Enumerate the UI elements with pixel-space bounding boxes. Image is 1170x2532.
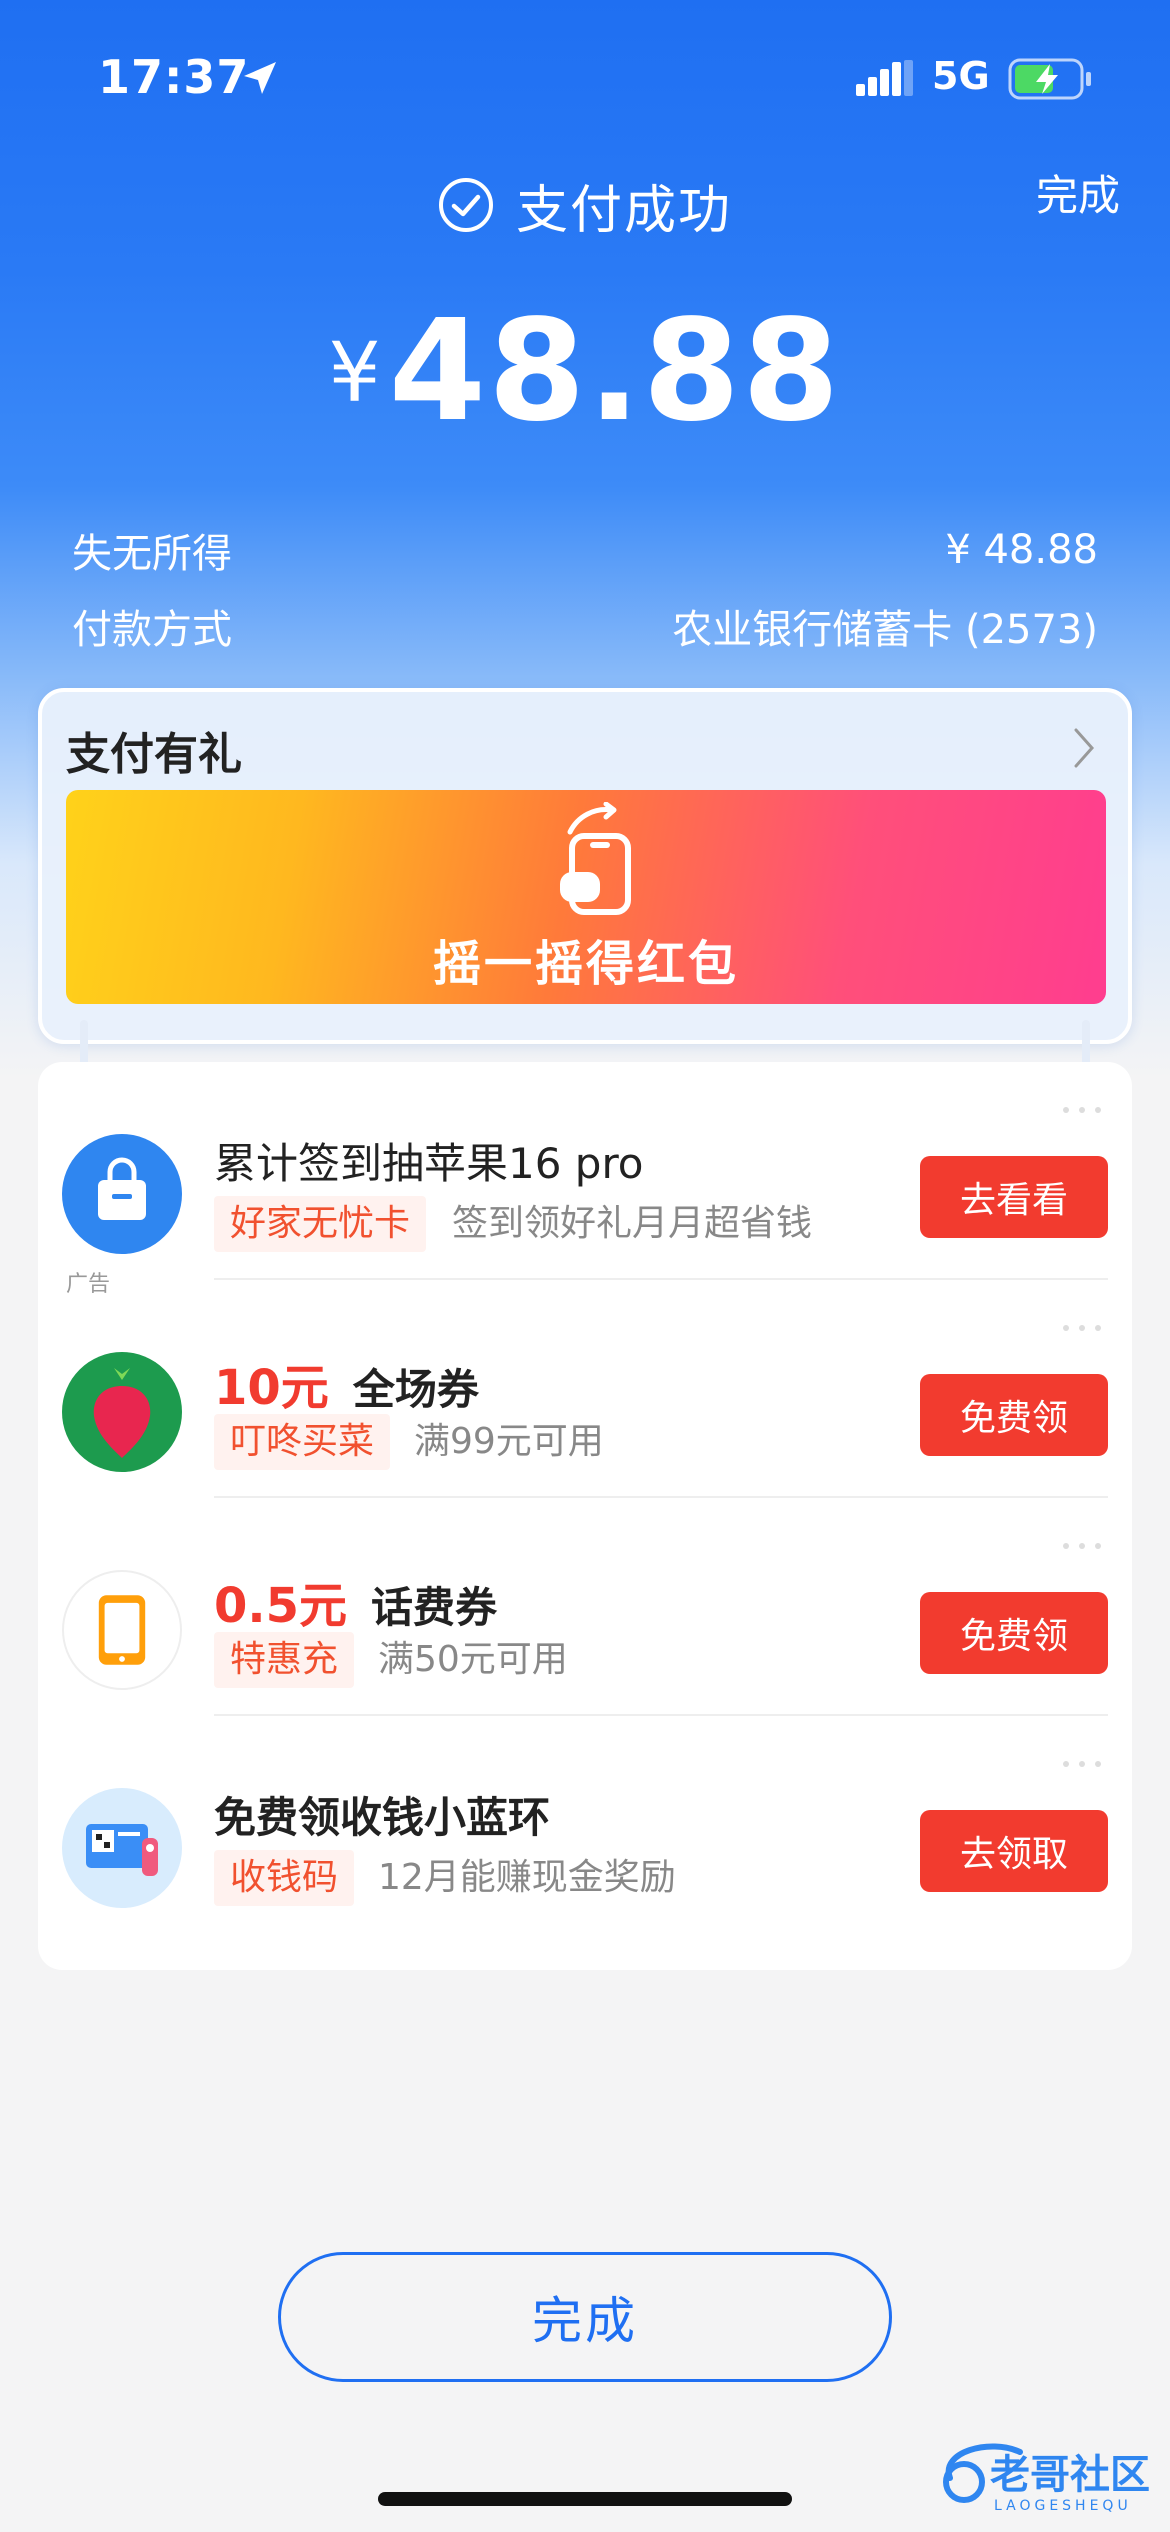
item-tag: 特惠充: [214, 1632, 355, 1688]
item-tag: 好家无忧卡: [214, 1196, 427, 1252]
shake-phone-icon: [560, 802, 631, 915]
payment-success-title: 支付成功: [0, 170, 1170, 241]
banner-text: 摇一摇得红包: [432, 936, 739, 992]
watermark-text: 老哥社区: [990, 2452, 1150, 2498]
phone-icon: [62, 1570, 182, 1690]
payment-method-value: 农业银行储蓄卡 (2573): [672, 607, 1098, 653]
status-bar: 17:37 5G: [0, 48, 1170, 108]
item-title: 10元 全场券: [214, 1348, 479, 1418]
list-item[interactable]: 0.5元 话费券 特惠充 满50元可用 免费领: [38, 1498, 1132, 1716]
item-desc: 满50元可用: [378, 1639, 568, 1680]
payment-amount: ¥48.88: [0, 290, 1170, 453]
more-dots-icon[interactable]: [1062, 1324, 1102, 1332]
radish-icon: [62, 1352, 182, 1472]
offers-list: 广告 累计签到抽苹果16 pro 好家无忧卡 签到领好礼月月超省钱 去看看 10…: [38, 1062, 1132, 1970]
more-dots-icon[interactable]: [1062, 1542, 1102, 1550]
watermark-subtext: LAOGESHEQU: [994, 2498, 1132, 2514]
home-indicator: [378, 2492, 792, 2506]
chevron-right-icon[interactable]: [1070, 726, 1098, 770]
item-desc: 满99元可用: [414, 1421, 604, 1462]
item-desc: 12月能赚现金奖励: [378, 1857, 676, 1898]
go-see-button[interactable]: 去看看: [920, 1156, 1108, 1238]
payment-method-label: 付款方式: [72, 607, 232, 653]
list-item[interactable]: 广告 累计签到抽苹果16 pro 好家无忧卡 签到领好礼月月超省钱 去看看: [38, 1062, 1132, 1297]
claim-free-button[interactable]: 免费领: [920, 1592, 1108, 1674]
check-circle-icon: [438, 178, 493, 232]
network-type: 5G: [932, 54, 990, 98]
battery-charging-icon: [1008, 58, 1091, 100]
item-title-text: 话费券: [371, 1583, 498, 1632]
shopping-bag-icon: [62, 1134, 182, 1254]
page-title: 支付成功: [515, 180, 732, 241]
item-title-text: 累计签到抽苹果16 pro: [214, 1139, 644, 1188]
claim-free-button[interactable]: 免费领: [920, 1374, 1108, 1456]
more-dots-icon[interactable]: [1062, 1760, 1102, 1768]
currency-symbol: ¥: [328, 326, 381, 421]
payment-method-row: 付款方式 农业银行储蓄卡 (2573): [72, 596, 1098, 656]
item-desc: 签到领好礼月月超省钱: [452, 1203, 813, 1244]
more-dots-icon[interactable]: [1062, 1106, 1102, 1114]
watermark-logo: 老哥社区 LAOGESHEQU: [943, 2443, 1150, 2514]
item-title-text: 免费领收钱小蓝环: [214, 1793, 551, 1842]
go-claim-button[interactable]: 去领取: [920, 1810, 1108, 1892]
item-tag: 叮咚买菜: [214, 1414, 391, 1470]
merchant-amount: ¥ 48.88: [945, 527, 1098, 573]
item-tag: 收钱码: [214, 1850, 355, 1906]
gift-card[interactable]: 支付有礼 摇一摇得红包: [38, 688, 1132, 1044]
coupon-value: 10元: [214, 1360, 329, 1416]
gift-title: 支付有礼: [66, 729, 242, 780]
item-title: 累计签到抽苹果16 pro: [214, 1130, 644, 1191]
merchant-label: 失无所得: [72, 531, 232, 577]
location-arrow-icon: [244, 62, 276, 94]
list-item[interactable]: 10元 全场券 叮咚买菜 满99元可用 免费领: [38, 1280, 1132, 1498]
item-title: 0.5元 话费券: [214, 1566, 497, 1636]
list-item[interactable]: 免费领收钱小蓝环 收钱码 12月能赚现金奖励 去领取: [38, 1716, 1132, 1934]
shake-red-packet-banner[interactable]: 摇一摇得红包: [66, 790, 1106, 1004]
amount-value: 48.88: [388, 290, 842, 453]
item-title-text: 全场券: [352, 1365, 479, 1414]
item-title: 免费领收钱小蓝环: [214, 1784, 550, 1845]
cellular-signal-icon: [856, 60, 913, 96]
status-time: 17:37: [98, 50, 250, 104]
merchant-row: 失无所得 ¥ 48.88: [72, 520, 1098, 580]
done-button[interactable]: 完成: [278, 2252, 892, 2382]
coupon-value: 0.5元: [214, 1578, 348, 1634]
qr-card-icon: [62, 1788, 182, 1908]
